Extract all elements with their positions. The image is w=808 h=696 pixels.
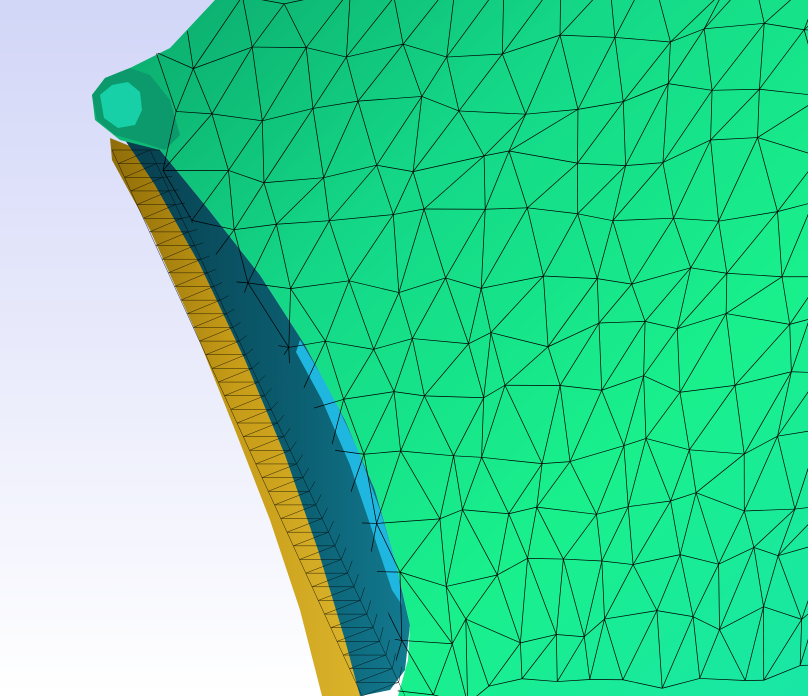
3d-viewport[interactable] bbox=[0, 0, 808, 696]
mesh-scene[interactable] bbox=[0, 0, 808, 696]
